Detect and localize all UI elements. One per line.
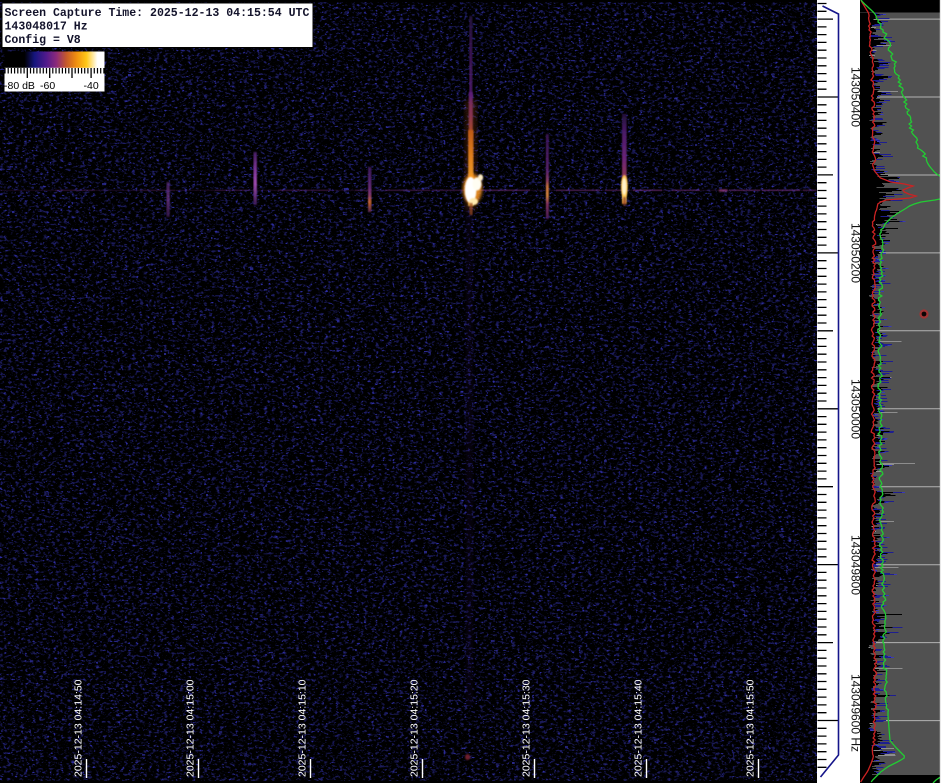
svg-text:Screen Capture Time: 2025-12-1: Screen Capture Time: 2025-12-13 04:15:54… [5,7,310,20]
svg-text:2025-12-13 04:14:50: 2025-12-13 04:14:50 [73,679,85,777]
svg-text:Config = V8: Config = V8 [5,34,81,47]
svg-text:2025-12-13 04:15:50: 2025-12-13 04:15:50 [745,679,757,777]
svg-text:2025-12-13 04:15:30: 2025-12-13 04:15:30 [521,679,533,777]
svg-text:143048017 Hz: 143048017 Hz [5,21,88,34]
svg-text:-60: -60 [40,80,55,92]
svg-text:2025-12-13 04:15:10: 2025-12-13 04:15:10 [297,679,309,777]
svg-text:2025-12-13 04:15:00: 2025-12-13 04:15:00 [185,679,197,777]
svg-text:2025-12-13 04:15:40: 2025-12-13 04:15:40 [633,679,645,777]
svg-text:-80 dB: -80 dB [4,80,35,92]
svg-text:-40: -40 [84,80,99,92]
svg-text:2025-12-13 04:15:20: 2025-12-13 04:15:20 [409,679,421,777]
